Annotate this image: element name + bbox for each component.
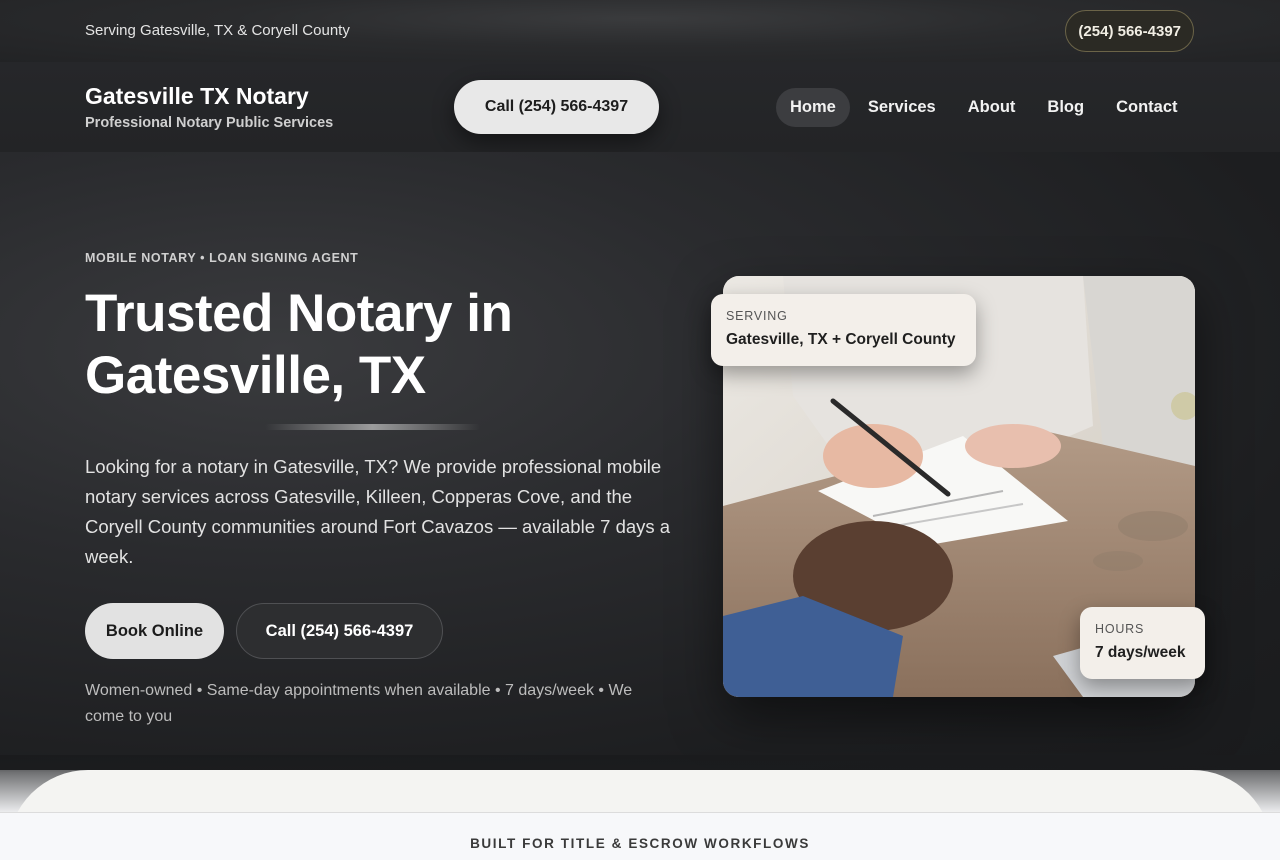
serving-badge-label: SERVING xyxy=(726,309,788,323)
hero-notes: Women-owned • Same-day appointments when… xyxy=(85,682,633,725)
hours-badge-value: 7 days/week xyxy=(1095,644,1186,661)
header-call-button[interactable]: Call (254) 566-4397 xyxy=(454,80,659,134)
hero-eyebrow: MOBILE NOTARY • LOAN SIGNING AGENT xyxy=(85,251,359,265)
brand-subtitle: Professional Notary Public Services xyxy=(85,115,334,131)
service-area-text: Serving Gatesville, TX & Coryell County xyxy=(85,22,350,39)
nav-contact[interactable]: Contact xyxy=(1102,88,1191,127)
main-nav: Home Services About Blog Contact xyxy=(776,88,1196,127)
hero-section: MOBILE NOTARY • LOAN SIGNING AGENT Trust… xyxy=(0,152,1280,770)
hero-call-button[interactable]: Call (254) 566-4397 xyxy=(236,603,443,659)
hero-title-line-1: Trusted Notary in xyxy=(85,284,513,343)
hero-description: Looking for a notary in Gatesville, TX? … xyxy=(85,456,671,567)
brand-title[interactable]: Gatesville TX Notary xyxy=(85,83,309,110)
top-bar: Serving Gatesville, TX & Coryell County … xyxy=(0,0,1280,62)
nav-home[interactable]: Home xyxy=(776,88,850,127)
nav-about[interactable]: About xyxy=(954,88,1030,127)
hero-divider xyxy=(265,424,480,430)
hours-badge: HOURS 7 days/week xyxy=(1080,607,1205,679)
hero-title: Trusted Notary in Gatesville, TX xyxy=(85,283,645,407)
book-online-button[interactable]: Book Online xyxy=(85,603,224,659)
hours-badge-label: HOURS xyxy=(1095,622,1145,636)
hero-title-line-2: Gatesville, TX xyxy=(85,346,426,405)
serving-badge: SERVING Gatesville, TX + Coryell County xyxy=(711,294,976,366)
top-phone-link[interactable]: (254) 566-4397 xyxy=(1065,10,1194,52)
site-header: Gatesville TX Notary Professional Notary… xyxy=(0,62,1280,152)
nav-blog[interactable]: Blog xyxy=(1033,88,1098,127)
serving-badge-value: Gatesville, TX + Coryell County xyxy=(726,331,956,348)
nav-services[interactable]: Services xyxy=(854,88,950,127)
next-section-label: BUILT FOR TITLE & ESCROW WORKFLOWS xyxy=(470,836,810,851)
